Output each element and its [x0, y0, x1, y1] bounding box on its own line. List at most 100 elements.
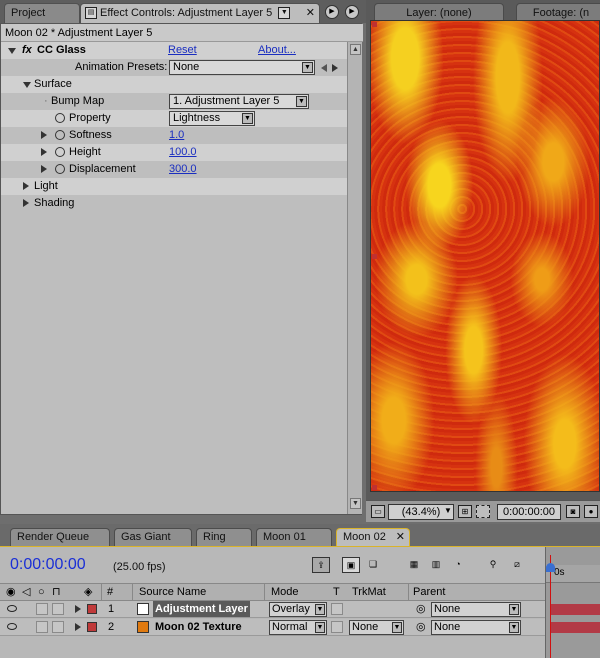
next-preset-icon[interactable]	[332, 64, 338, 72]
preserve-transparency-toggle[interactable]	[331, 603, 343, 615]
graph-editor-icon[interactable]: ⚲	[484, 557, 502, 573]
reset-link[interactable]: Reset	[168, 42, 197, 59]
timeline-timecode[interactable]: 0:00:00:00	[10, 556, 86, 574]
animation-presets-select[interactable]: None ▼	[169, 60, 315, 75]
region-of-interest-icon[interactable]	[476, 505, 490, 518]
stopwatch-icon[interactable]	[55, 147, 65, 157]
expand-triangle-icon[interactable]	[75, 623, 81, 631]
tab-ring[interactable]: Ring	[196, 528, 252, 546]
playhead-handle-icon[interactable]	[546, 563, 555, 572]
draft-3d-icon[interactable]: ❏	[364, 557, 382, 573]
layer-name[interactable]: Moon 02 Texture	[155, 619, 242, 635]
camera-icon[interactable]: ◙	[566, 505, 580, 518]
expand-triangle-icon[interactable]	[41, 131, 47, 139]
live-update-icon[interactable]: ▣	[342, 557, 360, 573]
expand-triangle-icon[interactable]	[23, 199, 29, 207]
audio-column-icon[interactable]: ◁	[22, 584, 30, 600]
source-name-column-header[interactable]: Source Name	[139, 584, 206, 600]
tab-project[interactable]: Project	[4, 3, 80, 23]
motion-blur-icon[interactable]: ▥	[427, 557, 445, 573]
pickwhip-icon[interactable]: ◎	[416, 619, 426, 635]
tab-moon-02[interactable]: Moon 02 ✕	[336, 528, 410, 546]
parent-select[interactable]: None ▼	[431, 620, 521, 635]
bump-map-select[interactable]: 1. Adjustment Layer 5 ▼	[169, 94, 309, 109]
lock-toggle[interactable]	[52, 621, 64, 633]
t-column-header[interactable]: T	[333, 584, 340, 600]
lock-toggle[interactable]	[52, 603, 64, 615]
fx-icon[interactable]: fx	[22, 42, 32, 59]
pickwhip-icon[interactable]: ◎	[416, 601, 426, 617]
layer-row[interactable]: 1 Adjustment Layer Overlay ▼ ◎ None ▼	[0, 601, 545, 618]
eye-icon[interactable]	[7, 605, 17, 612]
solo-toggle[interactable]	[36, 603, 48, 615]
expand-triangle-icon[interactable]	[23, 182, 29, 190]
scroll-down-icon[interactable]: ▼	[350, 498, 361, 509]
close-icon[interactable]: ✕	[306, 4, 315, 22]
layer-label-color[interactable]	[87, 604, 97, 614]
tab-moon-01[interactable]: Moon 01	[256, 528, 332, 546]
bounding-handle[interactable]	[372, 22, 377, 27]
solo-column-icon[interactable]: ○	[38, 584, 45, 600]
stopwatch-icon[interactable]	[55, 130, 65, 140]
bounding-handle[interactable]	[372, 254, 377, 259]
blend-mode-select[interactable]: Overlay ▼	[269, 602, 327, 617]
trkmat-column-header[interactable]: TrkMat	[352, 584, 386, 600]
chevron-down-icon[interactable]: ▼	[441, 505, 455, 518]
surface-group-row[interactable]: Surface	[1, 76, 347, 93]
displacement-value[interactable]: 300.0	[169, 161, 197, 178]
label-column-icon[interactable]: ◈	[84, 584, 92, 600]
time-graph[interactable]: 0s	[545, 547, 600, 658]
panel-options-icon[interactable]: ▶	[325, 5, 339, 19]
frame-blending-icon[interactable]: ▦	[405, 557, 423, 573]
brainstorm-icon[interactable]: ◔	[449, 557, 467, 573]
close-icon[interactable]: ✕	[396, 529, 405, 546]
bounding-handle[interactable]	[372, 485, 377, 490]
layer-name[interactable]: Adjustment Layer	[153, 601, 250, 617]
eye-column-icon[interactable]: ◉	[6, 584, 16, 600]
tab-menu-dropdown-icon[interactable]: ▼	[278, 7, 291, 20]
column-divider[interactable]	[132, 584, 133, 600]
blend-mode-select[interactable]: Normal ▼	[269, 620, 327, 635]
composition-canvas[interactable]	[370, 20, 600, 492]
stopwatch-icon[interactable]	[55, 164, 65, 174]
panel-menu-icon[interactable]: ▶	[345, 5, 359, 19]
layer-duration-bar[interactable]	[551, 604, 600, 615]
collapse-triangle-icon[interactable]	[8, 48, 16, 54]
mode-column-header[interactable]: Mode	[271, 584, 299, 600]
track-matte-select[interactable]: None ▼	[349, 620, 404, 635]
shading-group-row[interactable]: Shading	[1, 195, 347, 212]
height-value[interactable]: 100.0	[169, 144, 197, 161]
preserve-transparency-toggle[interactable]	[331, 621, 343, 633]
about-link[interactable]: About...	[258, 42, 296, 59]
tab-gas-giant[interactable]: Gas Giant	[114, 528, 192, 546]
parent-select[interactable]: None ▼	[431, 602, 521, 617]
eye-icon[interactable]	[7, 623, 17, 630]
comp-flowchart-icon[interactable]: ⇪	[312, 557, 330, 573]
expand-triangle-icon[interactable]	[41, 148, 47, 156]
layer-duration-bar[interactable]	[551, 622, 600, 633]
solo-toggle[interactable]	[36, 621, 48, 633]
tab-effect-controls[interactable]: ▤ Effect Controls: Adjustment Layer 5 ▼ ✕	[80, 3, 320, 23]
layer-row[interactable]: 2 Moon 02 Texture Normal ▼ None ▼ ◎ None…	[0, 619, 545, 636]
layer-label-color[interactable]	[87, 622, 97, 632]
lock-column-icon[interactable]: ⊓	[52, 584, 61, 600]
scroll-up-icon[interactable]: ▲	[350, 44, 361, 55]
lock-icon[interactable]: ▤	[85, 7, 97, 20]
property-select[interactable]: Lightness ▼	[169, 111, 255, 126]
effect-header-row[interactable]: fx CC Glass Reset About...	[1, 42, 347, 59]
softness-value[interactable]: 1.0	[169, 127, 184, 144]
expand-triangle-icon[interactable]	[41, 165, 47, 173]
previous-preset-icon[interactable]	[321, 64, 327, 72]
expand-triangle-icon[interactable]	[75, 605, 81, 613]
grid-icon[interactable]: ⊞	[458, 505, 472, 518]
column-divider[interactable]	[408, 584, 409, 600]
channel-icon[interactable]: ●	[584, 505, 598, 518]
parent-column-header[interactable]: Parent	[413, 584, 445, 600]
number-column-header[interactable]: #	[107, 584, 113, 600]
column-divider[interactable]	[101, 584, 102, 600]
viewer-timecode[interactable]: 0:00:00:00	[497, 504, 561, 520]
monitor-icon[interactable]: ▭	[371, 505, 385, 518]
collapse-triangle-icon[interactable]	[23, 82, 31, 88]
light-group-row[interactable]: Light	[1, 178, 347, 195]
effect-controls-scrollbar[interactable]: ▲ ▼	[347, 42, 362, 514]
